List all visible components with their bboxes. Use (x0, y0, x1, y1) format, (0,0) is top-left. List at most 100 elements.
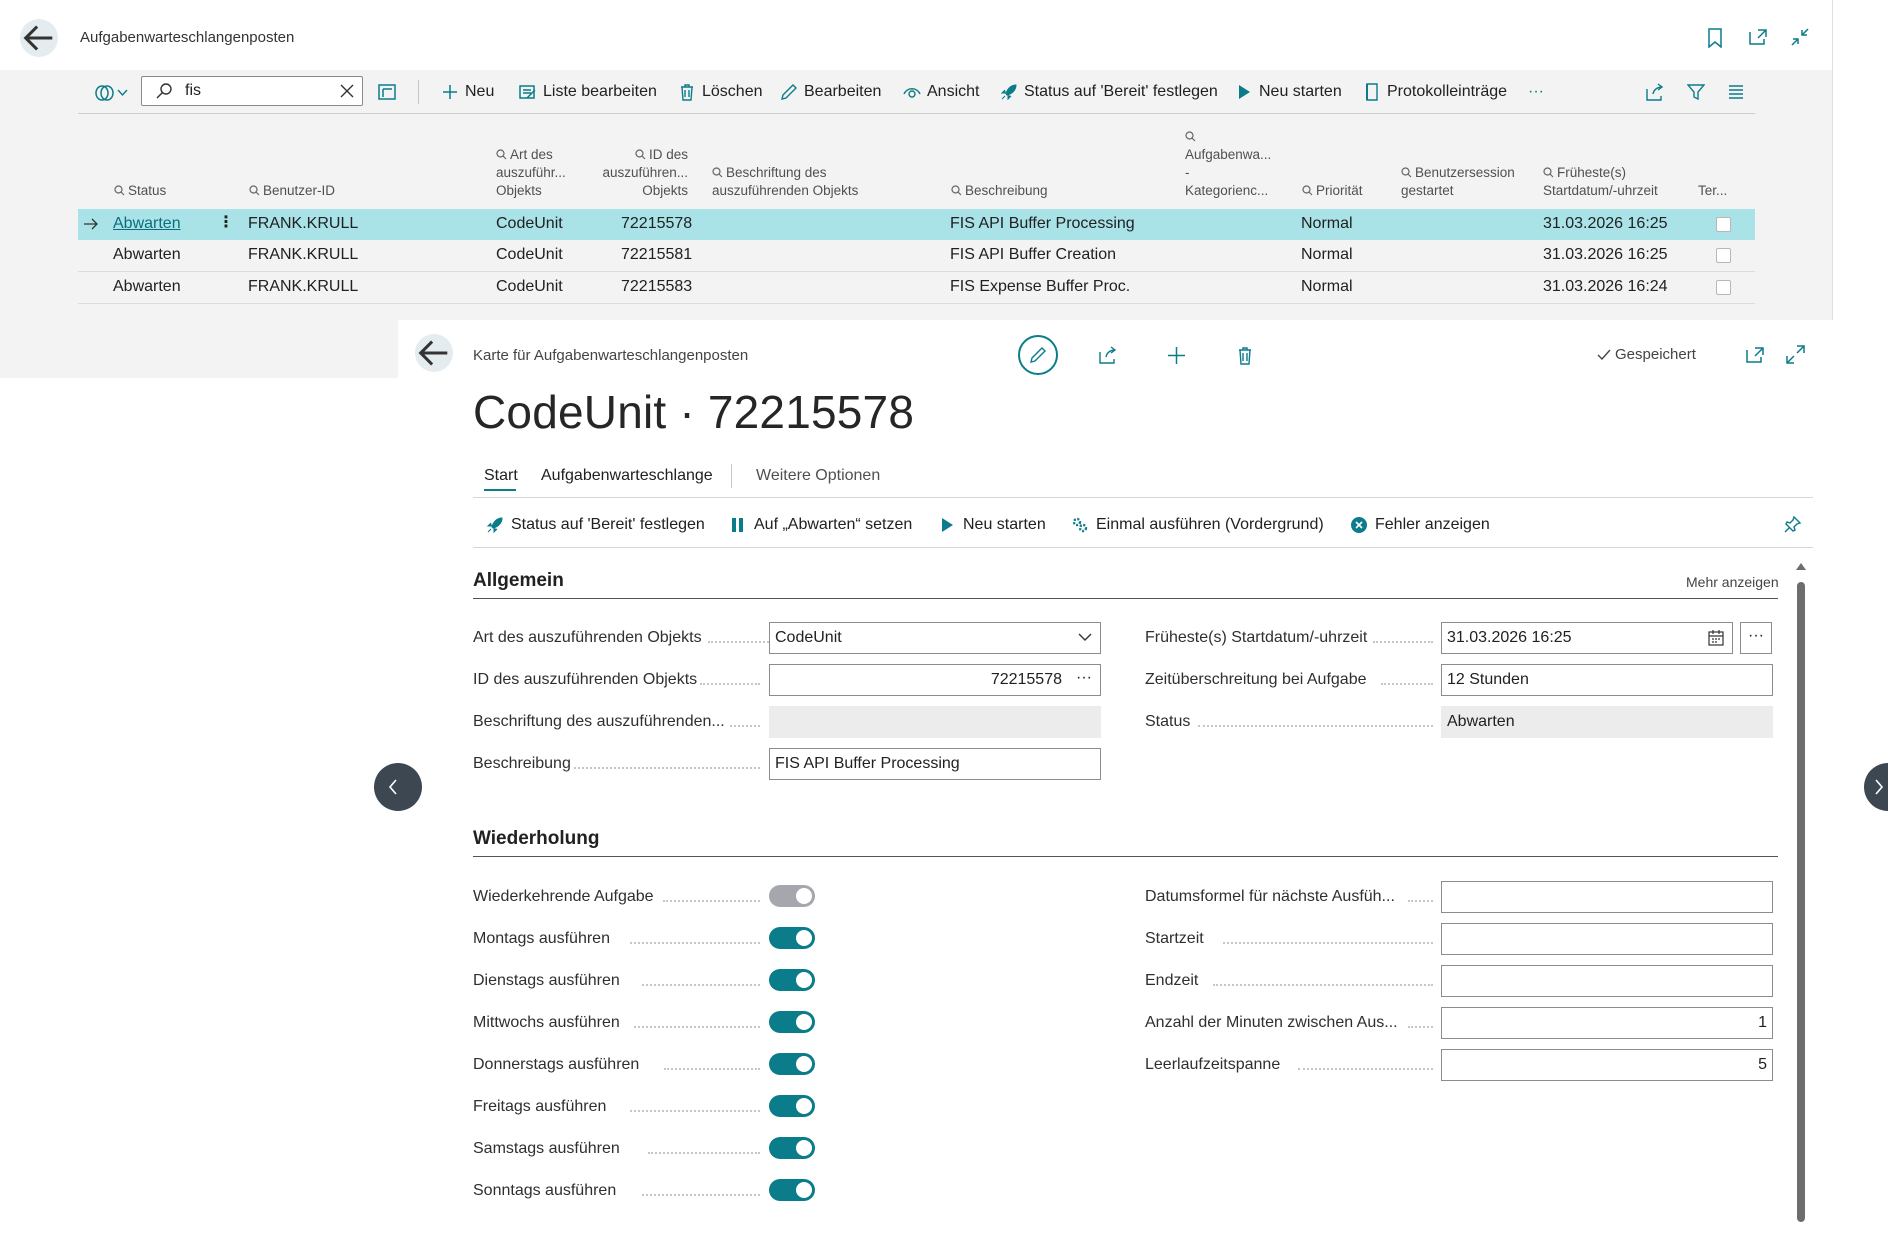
card-back-button[interactable] (415, 334, 453, 372)
table-row[interactable]: Abwarten ⋮ FRANK.KRULL CodeUnit 72215578… (78, 209, 1755, 240)
object-type-select[interactable]: CodeUnit (769, 622, 1101, 654)
col-earliest-start[interactable]: Früheste(s) Startdatum/-uhrzeit (1543, 164, 1658, 200)
end-time-input[interactable] (1441, 965, 1773, 997)
row-type: CodeUnit (496, 278, 563, 295)
edit-label: Bearbeiten (804, 83, 882, 100)
open-new-window-icon[interactable] (1745, 346, 1765, 364)
chevron-down-icon[interactable] (117, 89, 128, 97)
day-toggle[interactable] (769, 1011, 815, 1033)
search-icon (1185, 129, 1196, 142)
calendar-icon[interactable] (1708, 630, 1724, 646)
day-toggle[interactable] (769, 1053, 815, 1075)
restart-button[interactable]: Neu starten (1235, 80, 1342, 104)
start-time-input[interactable] (1441, 923, 1773, 955)
col-object-id[interactable]: ID des auszuführen... Objekts (596, 146, 688, 200)
col-object-type[interactable]: Art des auszuführ... Objekts (496, 146, 566, 200)
rocket-icon (1000, 83, 1018, 101)
object-caption-label: Beschriftung des auszuführenden... (473, 713, 725, 730)
day-toggle[interactable] (769, 1095, 815, 1117)
copilot-icon[interactable] (95, 84, 115, 102)
recurring-toggle[interactable] (769, 885, 815, 907)
more-actions-button[interactable]: ··· (1528, 80, 1544, 104)
lookup-ellipsis-icon[interactable]: ··· (1076, 669, 1092, 687)
object-caption-field (769, 706, 1101, 738)
plus-icon[interactable] (1167, 346, 1186, 365)
collapse-icon[interactable] (1791, 28, 1809, 46)
back-button[interactable] (20, 19, 58, 57)
row-type: CodeUnit (496, 215, 563, 232)
idle-input[interactable]: 5 (1441, 1049, 1773, 1081)
checkmark-icon (1597, 349, 1611, 361)
scrollbar-thumb[interactable] (1797, 582, 1805, 1222)
object-id-input[interactable]: 72215578 ··· (769, 664, 1101, 696)
day-toggle[interactable] (769, 1179, 815, 1201)
tab-start[interactable]: Start (484, 467, 518, 485)
col-caption[interactable]: Beschriftung des auszuführenden Objekts (712, 164, 858, 200)
row-description: FIS API Buffer Processing (950, 215, 1135, 232)
set-ready-action[interactable]: Status auf 'Bereit' festlegen (486, 513, 705, 537)
earliest-start-input[interactable]: 31.03.2026 16:25 (1441, 622, 1733, 654)
row-user: FRANK.KRULL (248, 246, 359, 263)
view-button[interactable]: Ansicht (903, 80, 979, 104)
col-description[interactable]: Beschreibung (951, 182, 1048, 200)
earliest-start-more-button[interactable]: ··· (1740, 622, 1772, 654)
row-status-link[interactable]: Abwarten (113, 215, 181, 233)
share-icon[interactable] (1098, 346, 1118, 364)
expand-icon[interactable] (1786, 345, 1805, 364)
row-menu-icon[interactable]: ⋮ (218, 212, 234, 232)
date-formula-input[interactable] (1441, 881, 1773, 913)
tab-more-options[interactable]: Weitere Optionen (756, 467, 880, 485)
previous-record-button[interactable] (374, 763, 422, 811)
set-ready-button[interactable]: Status auf 'Bereit' festlegen (1000, 80, 1218, 104)
description-input[interactable]: FIS API Buffer Processing (769, 748, 1101, 780)
col-category[interactable]: Aufgabenwa... - Kategorienc... (1185, 128, 1271, 200)
run-once-action[interactable]: Einmal ausführen (Vordergrund) (1071, 513, 1324, 537)
edit-mode-button[interactable] (1018, 335, 1058, 375)
list-view-icon[interactable] (1728, 84, 1744, 100)
row-checkbox[interactable] (1716, 217, 1731, 232)
search-input[interactable]: fis (141, 76, 363, 106)
restart-action[interactable]: Neu starten (938, 513, 1046, 537)
pin-icon[interactable] (1784, 515, 1802, 533)
row-checkbox[interactable] (1716, 248, 1731, 263)
minutes-between-input[interactable]: 1 (1441, 1007, 1773, 1039)
tab-queue[interactable]: Aufgabenwarteschlange (541, 467, 713, 485)
scroll-up-icon[interactable] (1795, 562, 1807, 571)
day-toggle[interactable] (769, 969, 815, 991)
new-button[interactable]: Neu (441, 80, 494, 104)
log-entries-button[interactable]: Protokolleinträge (1363, 80, 1507, 104)
open-new-window-icon[interactable] (1748, 28, 1768, 46)
trash-icon[interactable] (1236, 346, 1254, 365)
clear-search-icon[interactable] (340, 84, 354, 98)
edit-button[interactable]: Bearbeiten (780, 80, 881, 104)
day-label: Samstags ausführen (473, 1140, 620, 1157)
page-title: Aufgabenwarteschlangenposten (80, 29, 295, 46)
section-general-title[interactable]: Allgemein (473, 570, 564, 592)
col-priority[interactable]: Priorität (1302, 182, 1363, 200)
bookmark-icon[interactable] (1706, 28, 1724, 48)
edit-list-label: Liste bearbeiten (543, 83, 657, 100)
col-user-id[interactable]: Benutzer-ID (249, 182, 335, 200)
col-status[interactable]: Status (114, 182, 166, 200)
edit-list-button[interactable]: Liste bearbeiten (519, 80, 657, 104)
day-toggle[interactable] (769, 1137, 815, 1159)
play-icon (938, 516, 956, 534)
filter-pane-icon[interactable] (378, 83, 396, 101)
col-description-label: Beschreibung (965, 183, 1048, 198)
table-row[interactable]: Abwarten FRANK.KRULL CodeUnit 72215583 F… (78, 272, 1755, 304)
share-icon[interactable] (1645, 83, 1664, 101)
delete-button[interactable]: Löschen (678, 80, 763, 104)
object-type-label: Art des auszuführenden Objekts (473, 629, 702, 646)
show-error-action[interactable]: Fehler anzeigen (1350, 513, 1490, 537)
timeout-input[interactable]: 12 Stunden (1441, 664, 1773, 696)
section-recurrence-title[interactable]: Wiederholung (473, 828, 600, 850)
col-session[interactable]: Benutzersession gestartet (1401, 164, 1515, 200)
day-toggle[interactable] (769, 927, 815, 949)
show-more-link[interactable]: Mehr anzeigen (1686, 574, 1779, 590)
minutes-between-label: Anzahl der Minuten zwischen Aus... (1145, 1014, 1398, 1031)
col-ter[interactable]: Ter... (1698, 182, 1727, 200)
table-row[interactable]: Abwarten FRANK.KRULL CodeUnit 72215581 F… (78, 240, 1755, 272)
row-checkbox[interactable] (1716, 280, 1731, 295)
filter-icon[interactable] (1687, 83, 1705, 101)
set-waiting-action[interactable]: Auf „Abwarten“ setzen (729, 513, 912, 537)
